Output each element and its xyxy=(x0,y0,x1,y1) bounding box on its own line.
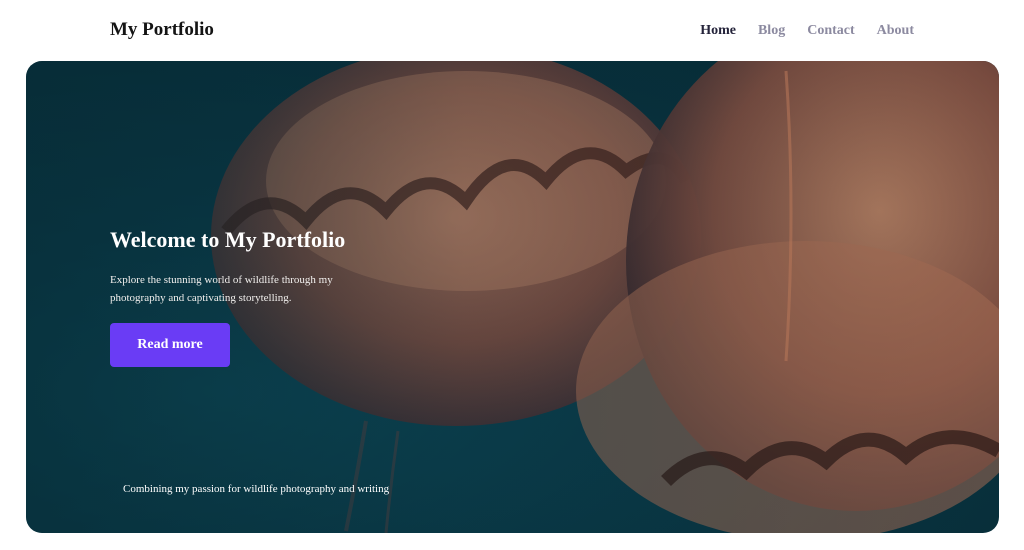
hero-banner: Welcome to My Portfolio Explore the stun… xyxy=(26,61,999,533)
nav-about-link[interactable]: About xyxy=(877,23,914,39)
hero-title: Welcome to My Portfolio xyxy=(110,227,346,252)
nav-contact-link[interactable]: Contact xyxy=(807,23,854,39)
hero-caption: Combining my passion for wildlife photog… xyxy=(123,483,390,495)
nav-home-link[interactable]: Home xyxy=(700,23,736,39)
hero-description: Explore the stunning world of wildlife t… xyxy=(110,274,333,304)
read-more-button[interactable]: Read more xyxy=(110,323,230,367)
site-header: My Portfolio Home Blog Contact About xyxy=(0,0,1024,62)
nav-blog-link[interactable]: Blog xyxy=(758,23,785,39)
site-logo[interactable]: My Portfolio xyxy=(110,19,214,41)
main-nav: Home Blog Contact About xyxy=(700,23,914,39)
